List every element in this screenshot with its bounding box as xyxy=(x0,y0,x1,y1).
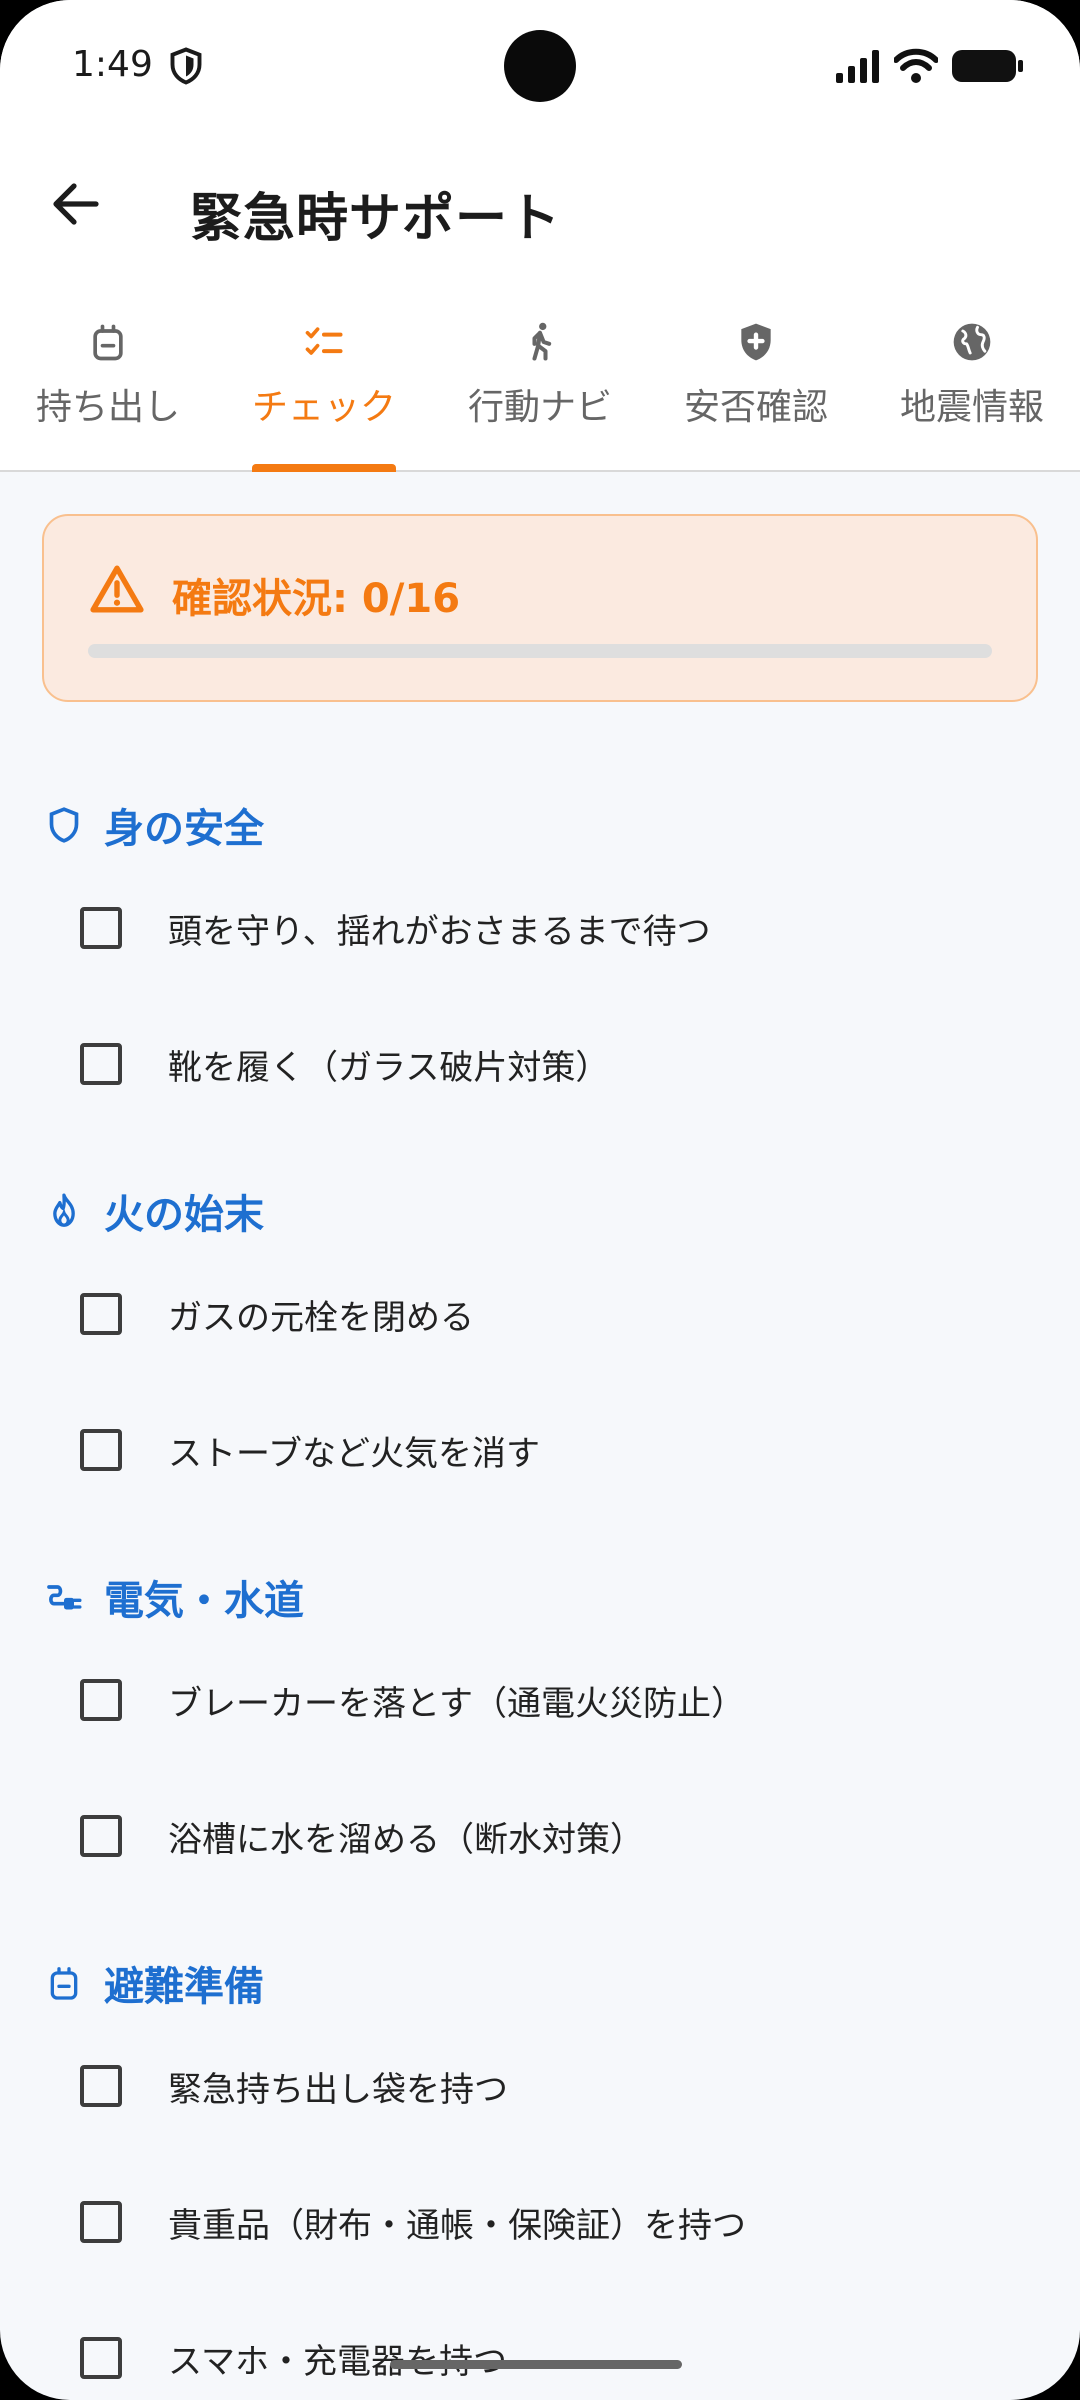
arrow-left-icon xyxy=(53,183,99,225)
camera-cutout xyxy=(504,30,576,102)
status-time: 1:49 xyxy=(72,44,153,85)
tab-earthquake-info[interactable]: 地震情報 xyxy=(864,310,1080,470)
section-header-fire: 火の始末 xyxy=(44,1182,264,1240)
warning-icon xyxy=(90,565,144,613)
checklist-item[interactable]: ガスの元栓を閉める xyxy=(80,1264,1020,1364)
tab-label: 地震情報 xyxy=(899,387,1044,428)
checklist-item-label: 靴を履く（ガラス破片対策） xyxy=(168,1047,610,1088)
globe-icon xyxy=(953,323,991,361)
health-shield-icon xyxy=(741,323,771,361)
checklist-item-label: 頭を守り、揺れがおさまるまで待つ xyxy=(168,911,711,952)
checklist-item-label: 貴重品（財布・通帳・保険証）を持つ xyxy=(168,2205,746,2246)
tab-check[interactable]: チェック xyxy=(216,310,432,472)
tab-label: 持ち出し xyxy=(35,387,180,428)
checklist-icon xyxy=(305,327,343,355)
checklist-item[interactable]: 靴を履く（ガラス破片対策） xyxy=(80,1014,1020,1114)
checkbox[interactable] xyxy=(80,1815,122,1857)
checklist-item[interactable]: 浴槽に水を溜める（断水対策） xyxy=(80,1786,1020,1886)
checkbox[interactable] xyxy=(80,1679,122,1721)
back-button[interactable] xyxy=(40,168,112,240)
tab-label: チェック xyxy=(251,387,396,428)
checkbox[interactable] xyxy=(80,2065,122,2107)
checklist-item-label: ガスの元栓を閉める xyxy=(168,1297,474,1338)
tab-carry-out[interactable]: 持ち出し xyxy=(0,310,216,470)
checklist-item[interactable]: 頭を守り、揺れがおさまるまで待つ xyxy=(80,878,1020,978)
checklist-item[interactable]: ブレーカーを落とす（通電火災防止） xyxy=(80,1650,1020,1750)
battery-icon xyxy=(952,50,1023,82)
walk-icon xyxy=(532,322,552,361)
tab-label: 安否確認 xyxy=(683,387,828,428)
signal-icon xyxy=(836,50,879,83)
vpn-shield-icon xyxy=(170,47,202,85)
section-title: 電気・水道 xyxy=(104,1578,304,1624)
checklist-item[interactable]: 貴重品（財布・通帳・保険証）を持つ xyxy=(80,2172,1020,2272)
checkbox[interactable] xyxy=(80,2201,122,2243)
status-card: 確認状況: 0/16 xyxy=(42,514,1038,702)
checklist-item[interactable]: ストーブなど火気を消す xyxy=(80,1400,1020,1500)
bag-icon xyxy=(50,1967,78,2000)
checklist-item-label: 浴槽に水を溜める（断水対策） xyxy=(168,1819,644,1860)
section-title: 身の安全 xyxy=(104,806,264,852)
checkbox[interactable] xyxy=(80,1429,122,1471)
shield-icon xyxy=(49,807,79,843)
checklist-item[interactable]: スマホ・充電器を持つ xyxy=(80,2308,1020,2400)
section-title: 避難準備 xyxy=(104,1964,264,2010)
checklist-item-label: スマホ・充電器を持つ xyxy=(168,2341,507,2382)
checkbox[interactable] xyxy=(80,1293,122,1335)
page-title: 緊急時サポート xyxy=(190,189,562,249)
bag-icon xyxy=(93,324,123,361)
checklist-item-label: ブレーカーを落とす（通電火災防止） xyxy=(168,1683,745,1724)
checkbox[interactable] xyxy=(80,1043,122,1085)
flame-icon xyxy=(53,1193,75,1227)
section-header-utilities: 電気・水道 xyxy=(44,1568,304,1626)
checkbox[interactable] xyxy=(80,907,122,949)
section-title: 火の始末 xyxy=(104,1192,264,1238)
tab-bar: 持ち出し チェック 行動ナビ 安否確認 地震情報 xyxy=(0,310,1080,472)
active-tab-indicator xyxy=(252,464,396,472)
status-text: 確認状況: 0/16 xyxy=(172,576,461,622)
app-screen: 1:49 緊急時サポート 持ち出し チェック 行動ナビ 安否確認 地震情報 確認… xyxy=(0,0,1080,2400)
tab-safety-confirm[interactable]: 安否確認 xyxy=(648,310,864,470)
status-icons xyxy=(836,46,1024,86)
section-header-personal-safety: 身の安全 xyxy=(44,796,264,854)
home-indicator[interactable] xyxy=(390,2360,682,2369)
tab-action-navi[interactable]: 行動ナビ xyxy=(432,310,648,470)
wifi-icon xyxy=(894,48,938,83)
plug-icon xyxy=(47,1585,82,1610)
checklist-item-label: 緊急持ち出し袋を持つ xyxy=(168,2069,508,2110)
checkbox[interactable] xyxy=(80,2337,122,2379)
checklist-item[interactable]: 緊急持ち出し袋を持つ xyxy=(80,2036,1020,2136)
checklist-item-label: ストーブなど火気を消す xyxy=(168,1433,540,1474)
tab-label: 行動ナビ xyxy=(467,387,612,428)
section-header-evacuation: 避難準備 xyxy=(44,1954,264,2012)
progress-bar xyxy=(88,644,992,658)
